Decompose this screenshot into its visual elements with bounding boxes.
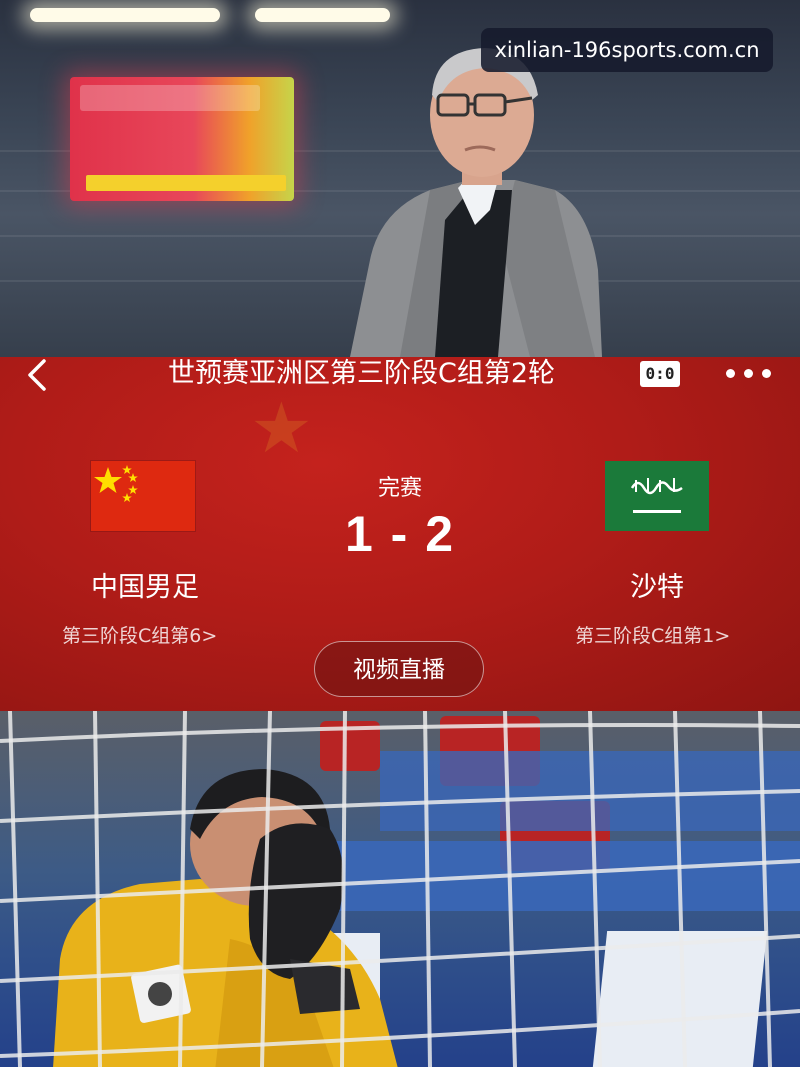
watermark-label: xinlian-196sports.com.cn (481, 28, 773, 72)
match-status: 完赛 (377, 476, 422, 501)
mini-score-badge: 0:0 (640, 361, 680, 387)
away-team-rank-link[interactable]: 第三阶段C组第1> (575, 621, 730, 648)
match-score-card: ★ 世预赛亚洲区第三阶段C组第2轮 0:0 完赛 1 - 2 中国男足 沙特 第… (0, 357, 800, 711)
stadium-scoreboard (70, 77, 294, 201)
more-horizontal-icon[interactable] (726, 369, 772, 379)
page-title: 世预赛亚洲区第三阶段C组第2轮 (168, 358, 556, 389)
away-team-name[interactable]: 沙特 (557, 565, 757, 604)
stadium-lights (30, 8, 220, 22)
home-team-rank-link[interactable]: 第三阶段C组第6> (62, 621, 217, 648)
home-team-name[interactable]: 中国男足 (45, 565, 245, 604)
stadium-lights (255, 8, 390, 22)
goal-net (0, 711, 800, 1067)
background-star-icon: ★ (250, 387, 313, 469)
chevron-left-icon[interactable] (22, 359, 54, 391)
coach-photo: xinlian-196sports.com.cn (0, 0, 800, 357)
china-flag-icon (91, 461, 195, 531)
coach-figure (350, 48, 602, 357)
video-live-button[interactable]: 视频直播 (314, 641, 484, 697)
saudi-flag-icon (605, 461, 709, 531)
match-score: 1 - 2 (344, 506, 456, 562)
goalkeeper-photo (0, 711, 800, 1067)
